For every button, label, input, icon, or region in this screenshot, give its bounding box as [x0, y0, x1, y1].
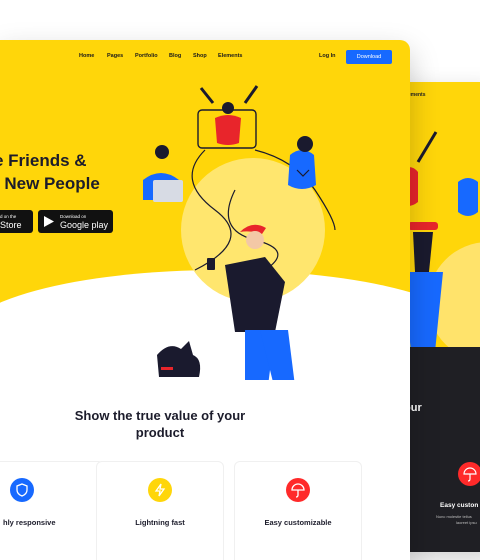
back-umbrella-icon [458, 462, 480, 486]
front-template-preview: Home Pages Portfolio Blog Shop Elements … [0, 40, 410, 560]
login-link[interactable]: Log In [319, 53, 336, 59]
nav-shop[interactable]: Shop [193, 53, 207, 59]
app-store-button[interactable]: d on the Store [0, 210, 33, 233]
app-store-small-text: d on the [0, 214, 17, 219]
shield-icon [10, 478, 34, 502]
download-button[interactable]: Download [346, 50, 392, 64]
nav-portfolio[interactable]: Portfolio [135, 53, 158, 59]
back-feature-desc2: laoreet ipsu [456, 520, 477, 525]
back-nav-text: ements [408, 92, 426, 98]
feature-label-customizable: Easy customizable [264, 518, 332, 527]
feature-card-responsive: hly responsive [0, 461, 104, 560]
back-illustration [398, 131, 480, 372]
back-feature-desc1: Nunc molestie tellus [436, 514, 472, 519]
google-play-big-text: Google play [60, 220, 109, 230]
lightning-icon [148, 478, 172, 502]
section-title-line2: product [135, 425, 185, 440]
nav-home[interactable]: Home [79, 53, 94, 59]
feature-card-customizable: Easy customizable [234, 461, 362, 560]
nav-blog[interactable]: Blog [169, 53, 181, 59]
nav-pages[interactable]: Pages [107, 53, 123, 59]
app-store-big-text: Store [0, 220, 22, 230]
feature-label-responsive: hly responsive [3, 518, 56, 527]
hero-illustration [143, 85, 336, 380]
google-play-icon [44, 216, 54, 227]
hero-title-line1: e Friends & [0, 151, 87, 170]
feature-card-fast: Lightning fast [96, 461, 224, 560]
back-template-preview: ements our Easy custon Nunc molestie tel… [398, 82, 480, 552]
hero-title-line2: t New People [0, 174, 100, 193]
google-play-small-text: Download on [60, 214, 87, 219]
umbrella-icon [286, 478, 310, 502]
google-play-button[interactable]: Download on Google play [38, 210, 113, 233]
nav-elements[interactable]: Elements [218, 53, 242, 59]
back-feature-label: Easy custon [440, 502, 479, 509]
section-title-line1: Show the true value of your [74, 408, 246, 423]
feature-label-fast: Lightning fast [135, 518, 185, 527]
